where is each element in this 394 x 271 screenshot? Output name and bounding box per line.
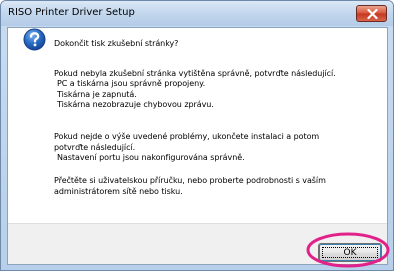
dialog-heading: Dokončit tisk zkušební stránky? — [54, 39, 179, 48]
paragraph2-line2: potvrďte následující. — [54, 143, 136, 152]
ok-button[interactable]: OK — [318, 243, 382, 262]
close-button[interactable] — [356, 5, 387, 22]
window-title: RISO Printer Driver Setup — [8, 7, 135, 18]
title-bar[interactable]: RISO Printer Driver Setup — [1, 1, 393, 26]
question-icon — [23, 28, 46, 51]
paragraph1-item: Tiskárna nezobrazuje chybovou zprávu. — [57, 100, 214, 109]
paragraph1-item: Tiskárna je zapnutá. — [57, 90, 137, 99]
paragraph1-item: PC a tiskárna jsou správně propojeny. — [57, 79, 206, 88]
paragraph2-line1: Pokud nejde o výše uvedené problémy, uko… — [54, 132, 320, 141]
paragraph2-item: Nastavení portu jsou nakonfigurována spr… — [57, 153, 245, 162]
paragraph3-line1: Přečtěte si uživatelskou příručku, nebo … — [54, 176, 326, 185]
paragraph3-line2: administrátorem sítě nebo tisku. — [54, 187, 183, 196]
paragraph1-intro: Pokud nebyla zkušební stránka vytištěna … — [54, 69, 336, 78]
close-x-icon — [367, 9, 378, 19]
ok-button-label: OK — [343, 247, 357, 258]
